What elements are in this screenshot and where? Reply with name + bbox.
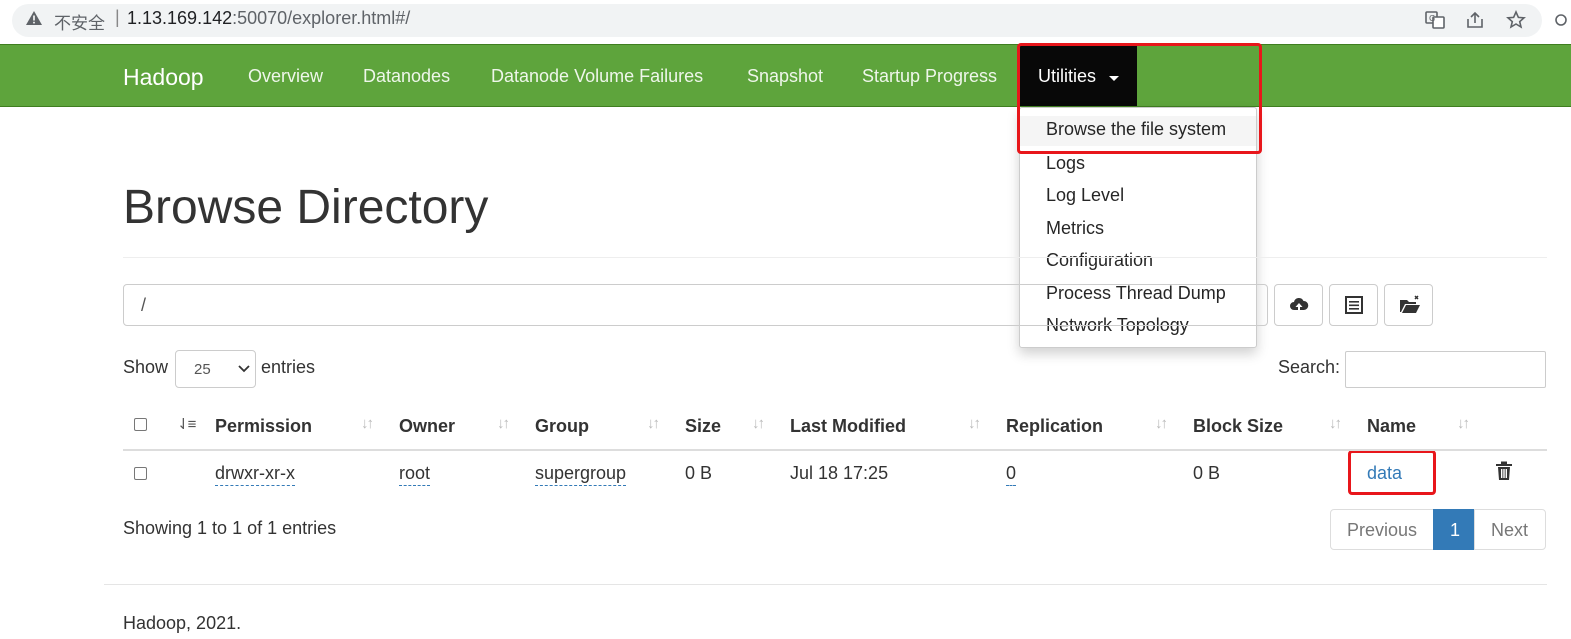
page-1-button[interactable]: 1 xyxy=(1433,509,1475,550)
sort-amount-icon[interactable]: ⇃≡ xyxy=(177,415,196,433)
cell-size: 0 B xyxy=(685,463,713,483)
sort-icon[interactable]: ↓↑ xyxy=(1329,415,1342,432)
footer-divider xyxy=(104,584,1547,585)
menu-item-configuration[interactable]: Configuration xyxy=(1046,250,1153,271)
nav-datanodes[interactable]: Datanodes xyxy=(363,66,450,87)
caret-down-icon xyxy=(1109,76,1119,81)
previous-page-button[interactable]: Previous xyxy=(1330,509,1434,550)
nav-utilities-dropdown[interactable]: Utilities xyxy=(1020,45,1137,106)
column-header-replication[interactable]: Replication xyxy=(1006,416,1103,437)
next-page-button[interactable]: Next xyxy=(1474,509,1546,550)
column-header-permission[interactable]: Permission xyxy=(215,416,312,437)
cell-name-link[interactable]: data xyxy=(1367,463,1402,484)
sort-icon[interactable]: ↓↑ xyxy=(497,415,510,432)
sort-icon[interactable]: ↓↑ xyxy=(1457,415,1470,432)
table-header-divider xyxy=(123,449,1547,451)
menu-item-label: Browse the file system xyxy=(1046,119,1227,139)
nav-overview[interactable]: Overview xyxy=(248,66,323,87)
column-header-size[interactable]: Size xyxy=(685,416,721,437)
extension-icon[interactable] xyxy=(1553,10,1571,30)
column-header-group[interactable]: Group xyxy=(535,416,589,437)
page-number: 1 xyxy=(1450,520,1461,540)
share-icon[interactable] xyxy=(1465,10,1485,30)
bookmark-star-icon[interactable] xyxy=(1506,10,1526,30)
create-directory-button[interactable] xyxy=(1384,284,1433,326)
entries-select-value: 25 xyxy=(194,361,211,378)
divider xyxy=(123,257,1547,258)
row-checkbox[interactable] xyxy=(134,467,147,480)
translate-icon[interactable]: G xyxy=(1425,10,1445,30)
cell-replication[interactable]: 0 xyxy=(1006,463,1017,486)
search-label: Search: xyxy=(1278,357,1341,377)
insecure-label: 不安全 xyxy=(54,14,105,33)
menu-item-browse-file-system[interactable]: Browse the file system xyxy=(1020,116,1256,146)
entries-label: entries xyxy=(261,357,316,377)
previous-label: Previous xyxy=(1347,520,1418,540)
cell-block-size: 0 B xyxy=(1193,463,1221,483)
url-host: 1.13.169.142 xyxy=(127,8,233,28)
column-header-name[interactable]: Name xyxy=(1367,416,1416,437)
next-label: Next xyxy=(1491,520,1529,540)
sort-icon[interactable]: ↓↑ xyxy=(968,415,981,432)
browser-address-bar: 不安全 | 1.13.169.142:50070/explorer.html#/… xyxy=(0,0,1571,44)
folder-open-icon xyxy=(1400,295,1420,313)
search-input[interactable] xyxy=(1345,351,1546,388)
cell-owner[interactable]: root xyxy=(399,463,431,486)
sort-icon[interactable]: ↓↑ xyxy=(647,415,660,432)
nav-utilities-label: Utilities xyxy=(1038,66,1097,86)
show-label: Show xyxy=(123,357,169,377)
cell-last-modified: Jul 18 17:25 xyxy=(790,463,889,483)
trash-icon[interactable] xyxy=(1495,461,1513,481)
select-all-checkbox[interactable] xyxy=(134,418,147,431)
sort-icon[interactable]: ↓↑ xyxy=(361,415,374,432)
list-icon xyxy=(1345,296,1363,314)
path-value: / xyxy=(141,295,147,315)
top-navbar: Hadoop Overview Datanodes Datanode Volum… xyxy=(0,44,1571,107)
entries-per-page-select[interactable]: 25 xyxy=(175,350,256,388)
brand-logo[interactable]: Hadoop xyxy=(123,64,204,91)
nav-datanode-volume-failures[interactable]: Datanode Volume Failures xyxy=(491,66,703,87)
page-title: Browse Directory xyxy=(123,181,489,234)
column-header-owner[interactable]: Owner xyxy=(399,416,455,437)
warning-icon[interactable] xyxy=(26,11,42,25)
cell-group[interactable]: supergroup xyxy=(535,463,627,486)
menu-item-metrics[interactable]: Metrics xyxy=(1046,218,1104,239)
nav-startup-progress[interactable]: Startup Progress xyxy=(862,66,997,87)
column-header-last-modified[interactable]: Last Modified xyxy=(790,416,906,437)
sort-icon[interactable]: ↓↑ xyxy=(1155,415,1168,432)
url-text[interactable]: 1.13.169.142:50070/explorer.html#/ xyxy=(127,8,410,29)
url-separator: | xyxy=(115,7,120,27)
footer-text: Hadoop, 2021. xyxy=(123,613,242,633)
column-header-block-size[interactable]: Block Size xyxy=(1193,416,1283,437)
cell-permission[interactable]: drwxr-xr-x xyxy=(215,463,295,486)
svg-text:G: G xyxy=(1429,14,1435,23)
url-path: :50070/explorer.html#/ xyxy=(232,8,411,28)
table-info: Showing 1 to 1 of 1 entries xyxy=(123,518,337,538)
sort-icon[interactable]: ↓↑ xyxy=(752,415,765,432)
upload-button[interactable] xyxy=(1274,284,1323,326)
nav-snapshot[interactable]: Snapshot xyxy=(747,66,823,87)
list-view-button[interactable] xyxy=(1329,284,1378,326)
menu-item-log-level[interactable]: Log Level xyxy=(1046,185,1124,206)
chevron-down-icon xyxy=(238,365,250,373)
menu-item-logs[interactable]: Logs xyxy=(1046,153,1085,174)
directory-path-input[interactable]: / xyxy=(123,284,1268,326)
cloud-upload-icon xyxy=(1290,297,1309,312)
